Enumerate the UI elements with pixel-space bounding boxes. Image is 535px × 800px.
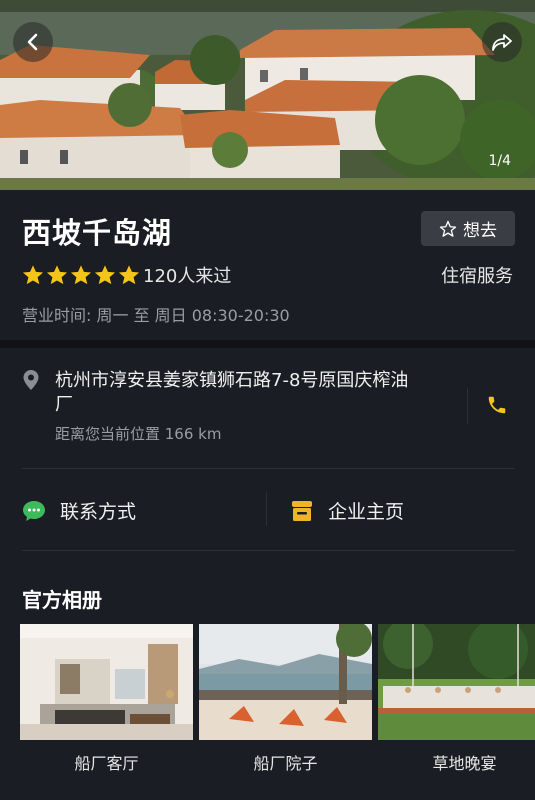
want-to-go-label: 想去	[463, 221, 497, 241]
album-title: 官方相册	[22, 588, 102, 612]
star-icon	[118, 265, 140, 285]
chat-bubble-icon	[23, 500, 45, 521]
living-room-photo	[20, 624, 193, 740]
business-hours: 营业时间: 周一 至 周日 08:30-20:30	[22, 306, 290, 325]
hero-photo	[0, 0, 535, 190]
album-photo-3[interactable]: 草地晚宴	[378, 624, 535, 774]
photo-album: 船厂客厅 船厂院子 草地晚宴	[20, 624, 535, 774]
place-name: 西坡千岛湖	[22, 216, 173, 250]
action-separator	[266, 492, 267, 526]
contact-button[interactable]: 联系方式	[22, 497, 136, 524]
company-label: 企业主页	[328, 501, 405, 523]
album-photo-1[interactable]: 船厂客厅	[20, 624, 193, 774]
store-icon	[292, 500, 312, 521]
chevron-left-icon	[27, 33, 38, 51]
category-label: 住宿服务	[441, 266, 513, 287]
hero-image[interactable]: 1/4	[0, 0, 535, 190]
album-photo-2[interactable]: 船厂院子	[199, 624, 372, 774]
courtyard-photo	[199, 624, 372, 740]
divider-line	[22, 468, 515, 469]
image-pager: 1/4	[488, 153, 511, 169]
contact-label: 联系方式	[60, 501, 137, 523]
photo-caption: 草地晚宴	[432, 754, 497, 773]
star-icon	[94, 265, 116, 285]
phone-separator	[467, 388, 468, 424]
star-icon	[22, 265, 44, 285]
back-button[interactable]	[13, 22, 53, 62]
star-icon	[46, 265, 68, 285]
share-icon	[492, 34, 512, 51]
star-icon	[70, 265, 92, 285]
section-divider	[0, 340, 535, 348]
visited-count: 120人来过	[143, 266, 232, 287]
star-outline-icon	[439, 220, 457, 237]
address-text[interactable]: 杭州市淳安县姜家镇狮石路7-8号原国庆榨油厂	[55, 369, 425, 417]
share-button[interactable]	[482, 22, 522, 62]
distance-text: 距离您当前位置 166 km	[55, 425, 222, 443]
location-pin-icon	[23, 370, 39, 390]
want-to-go-button[interactable]: 想去	[421, 211, 515, 246]
phone-icon[interactable]	[486, 394, 508, 416]
lawn-dinner-photo	[378, 624, 535, 740]
photo-caption: 船厂院子	[253, 754, 318, 773]
photo-caption: 船厂客厅	[74, 754, 139, 773]
rating-stars	[22, 264, 140, 286]
divider-line	[22, 550, 515, 551]
company-homepage-button[interactable]: 企业主页	[290, 497, 404, 524]
